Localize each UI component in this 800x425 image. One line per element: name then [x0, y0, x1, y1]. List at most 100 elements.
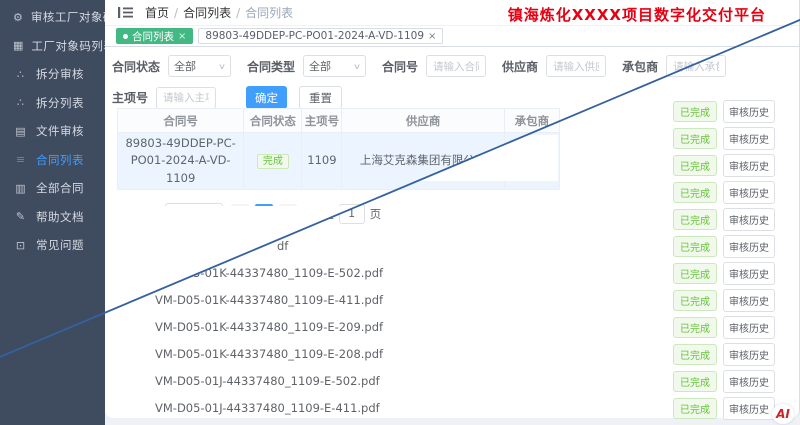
sidebar-item[interactable]: ⚙ 审核工厂对象码 — [0, 3, 105, 32]
grid-icon: ▦ — [13, 39, 23, 52]
breadcrumb-bar: 首页/合同列表/合同列表 镇海炼化XXXX项目数字化交付平台 — [105, 0, 799, 26]
file-row: VM-D05-01K-44337480_1109-E-411.pdf 已完成 审… — [105, 287, 799, 314]
file-name: VM-D05-01J-44337480_1109-E-502.pdf — [155, 368, 380, 395]
gear-icon: ⚙ — [13, 11, 23, 24]
close-icon[interactable]: × — [178, 31, 186, 42]
current-page[interactable]: 1 — [255, 204, 273, 223]
column-header: 合同状态 — [244, 109, 302, 133]
hamburger-icon[interactable] — [118, 6, 133, 19]
file-row: VM-D05-01K-44337480_1109-E-209.pdf 已完成 审… — [105, 314, 799, 341]
breadcrumb-item: 合同列表 — [245, 4, 293, 21]
corner-logo[interactable]: AI — [772, 404, 794, 424]
filter-field: 合同类型全部∨ — [247, 55, 366, 77]
file-name: VM-D05-01K-44337480_1109-E-209.pdf — [155, 314, 383, 341]
audit-history-button[interactable]: 审核历史 — [723, 316, 775, 339]
tab[interactable]: 合同列表 × — [116, 28, 193, 44]
sidebar-item[interactable]: ∴ 拆分列表 — [0, 89, 105, 118]
file-name: VM-D05-01K-44337480_1109-E-502.pdf — [155, 260, 383, 287]
filter-label: 合同号 — [382, 58, 418, 75]
page-unit-label: 页 — [370, 206, 382, 222]
platform-title: 镇海炼化XXXX项目数字化交付平台 — [508, 4, 766, 25]
audit-history-button[interactable]: 审核历史 — [723, 127, 775, 150]
status-tag-done: 已完成 — [673, 128, 717, 149]
tab-label: 合同列表 — [132, 29, 174, 44]
column-header: 合同号 — [118, 109, 244, 133]
status-cell: 完成 — [244, 133, 302, 190]
status-tag-done: 已完成 — [673, 101, 717, 122]
goto-label: 前往 — [311, 206, 334, 222]
contract-table-panel: 合同号合同状态主项号供应商承包商 89803-49DDEP-PC-PO01-20… — [117, 108, 567, 225]
tab-label: 89803-49DDEP-PC-PO01-2024-A-VD-1109 — [205, 30, 424, 42]
filter-label: 合同类型 — [247, 58, 295, 75]
doc-icon: ✎ — [13, 210, 28, 223]
table-row[interactable]: 89803-49DDEP-PC-PO01-2024-A-VD-1109完成110… — [118, 133, 560, 190]
filter-label: 承包商 — [622, 58, 658, 75]
close-icon[interactable]: × — [428, 31, 436, 42]
column-header: 供应商 — [342, 109, 504, 133]
total-count: 共 1 条 — [117, 206, 155, 222]
status-tag-done: 已完成 — [673, 398, 717, 419]
sidebar-item[interactable]: ≡ 合同列表 — [0, 146, 105, 175]
tab-dot-icon — [123, 34, 128, 39]
filter-select[interactable]: 全部∨ — [303, 55, 366, 77]
file-actions: 已完成 审核历史 — [673, 395, 775, 422]
audit-history-button[interactable]: 审核历史 — [723, 235, 775, 258]
tree-icon: ∴ — [13, 96, 28, 109]
audit-history-button[interactable]: 审核历史 — [723, 289, 775, 312]
file-actions: 已完成 审核历史 — [673, 98, 775, 125]
tab[interactable]: 89803-49DDEP-PC-PO01-2024-A-VD-1109 × — [198, 28, 443, 44]
sidebar-item[interactable]: ∴ 拆分审核 — [0, 60, 105, 89]
audit-history-button[interactable]: 审核历史 — [723, 397, 775, 420]
pagination: 共 1 条 20条/页 ‹ 1 › 前往 页 — [117, 203, 567, 225]
file-actions: 已完成 审核历史 — [673, 233, 775, 260]
audit-history-button[interactable]: 审核历史 — [723, 343, 775, 366]
file-actions: 已完成 审核历史 — [673, 179, 775, 206]
filter-select[interactable]: 全部∨ — [168, 55, 231, 77]
filter-field: 供应商 — [502, 55, 606, 77]
audit-history-button[interactable]: 审核历史 — [723, 262, 775, 285]
audit-history-button[interactable]: 审核历史 — [723, 208, 775, 231]
sidebar-item[interactable]: ▥ 全部合同 — [0, 174, 105, 203]
faq-icon: ⊡ — [13, 239, 28, 252]
status-tag-done: 已完成 — [673, 263, 717, 284]
status-tag-done: 已完成 — [673, 236, 717, 257]
file-actions: 已完成 审核历史 — [673, 260, 775, 287]
filter-input[interactable] — [426, 55, 486, 77]
file-actions: 已完成 审核历史 — [673, 125, 775, 152]
file-row: df 已完成 审核历史 — [105, 233, 799, 260]
audit-history-button[interactable]: 审核历史 — [723, 181, 775, 204]
split-icon: ∴ — [13, 68, 28, 81]
breadcrumb-item[interactable]: 首页 — [145, 4, 169, 21]
next-page-button[interactable]: › — [279, 204, 297, 223]
file-name: VM-D05-01K-44337480_1109-E-411.pdf — [155, 287, 383, 314]
sidebar-item[interactable]: ✎ 帮助文档 — [0, 203, 105, 232]
column-header: 主项号 — [302, 109, 342, 133]
file-name: VM-D05-01K-44337480_1109-E-208.pdf — [155, 341, 383, 368]
audit-history-button[interactable]: 审核历史 — [723, 154, 775, 177]
audit-history-button[interactable]: 审核历史 — [723, 100, 775, 123]
chevron-down-icon: ∨ — [218, 62, 226, 71]
file-row: VM-D05-01J-44337480_1109-E-502.pdf 已完成 审… — [105, 368, 799, 395]
status-tag-done: 已完成 — [673, 371, 717, 392]
breadcrumb: 首页/合同列表/合同列表 — [145, 4, 293, 21]
status-tag-done: 已完成 — [673, 182, 717, 203]
supplier-cell: 上海艾克森集团有限公司 — [342, 133, 504, 190]
sidebar-item[interactable]: ▤ 文件审核 — [0, 117, 105, 146]
chevron-down-icon: ∨ — [353, 62, 361, 71]
contractor-cell — [504, 133, 559, 190]
status-tag-done: 已完成 — [673, 317, 717, 338]
page-size-select[interactable]: 20条/页 — [165, 203, 223, 225]
audit-history-button[interactable]: 审核历史 — [723, 370, 775, 393]
list-icon: ≡ — [13, 153, 28, 166]
filter-label: 合同状态 — [112, 58, 160, 75]
filter-input[interactable] — [546, 55, 606, 77]
goto-page-input[interactable] — [339, 204, 365, 224]
breadcrumb-item[interactable]: 合同列表 — [183, 4, 231, 21]
prev-page-button[interactable]: ‹ — [231, 204, 249, 223]
contract-no-cell: 89803-49DDEP-PC-PO01-2024-A-VD-1109 — [118, 133, 244, 190]
sidebar-item[interactable]: ▦ 工厂对象码列表 — [0, 32, 105, 61]
filter-input[interactable] — [666, 55, 726, 77]
status-tag-done: 已完成 — [673, 155, 717, 176]
sidebar-item[interactable]: ⊡ 常见问题 — [0, 231, 105, 260]
file-actions: 已完成 审核历史 — [673, 368, 775, 395]
